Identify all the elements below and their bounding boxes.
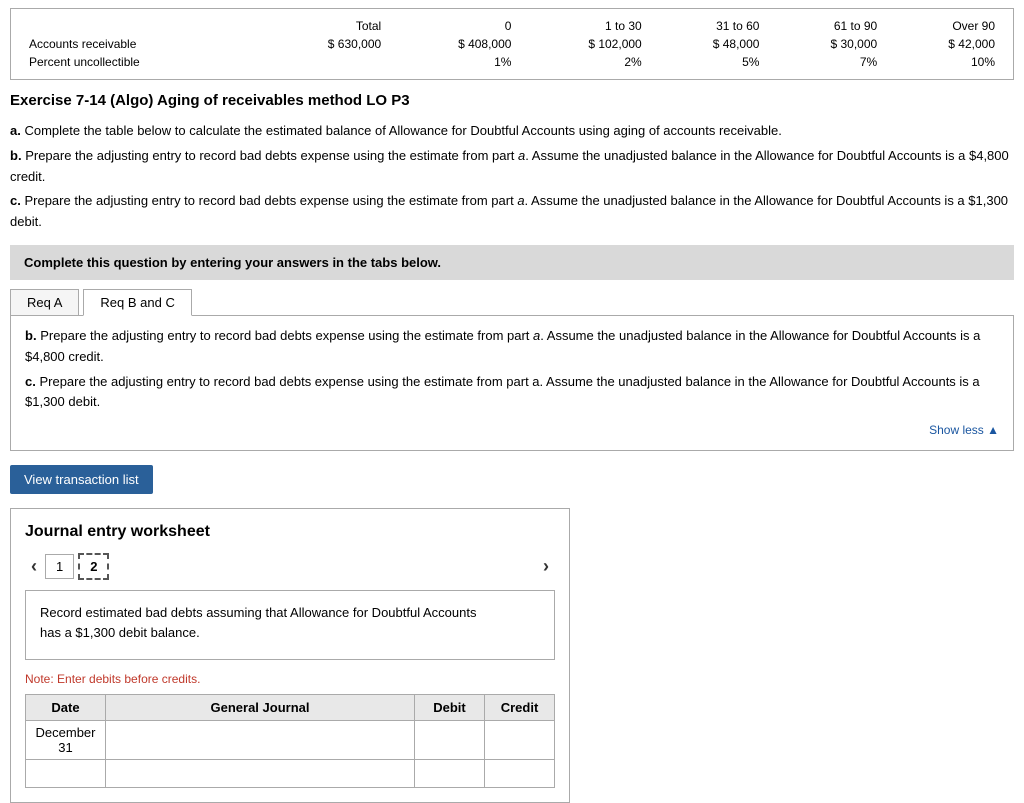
row-pct-col1to30: 2%	[519, 53, 649, 71]
col-header-date: Date	[26, 695, 106, 721]
req-b-label: b.	[25, 328, 37, 343]
row-pct-over90: 10%	[885, 53, 1003, 71]
record-text-line1: Record estimated bad debts assuming that…	[40, 605, 476, 620]
tab-req-a[interactable]: Req A	[10, 289, 79, 315]
tabs-section: Req A Req B and C	[10, 288, 1014, 316]
general-journal-cell[interactable]	[106, 721, 415, 760]
col-header-total: Total	[259, 17, 389, 35]
req-c-label: c.	[25, 374, 36, 389]
label-c: c.	[10, 193, 21, 208]
prev-page-arrow[interactable]: ‹	[25, 554, 43, 579]
text-a: Complete the table below to calculate th…	[24, 123, 781, 138]
tab-req-bc[interactable]: Req B and C	[83, 289, 191, 316]
credit-empty[interactable]	[485, 760, 555, 788]
tabs-row: Req A Req B and C	[10, 288, 1014, 315]
complete-question-text: Complete this question by entering your …	[24, 255, 441, 270]
credit-cell[interactable]	[485, 721, 555, 760]
row-ar-col31to60: $ 48,000	[650, 35, 768, 53]
complete-question-box: Complete this question by entering your …	[10, 245, 1014, 280]
debit-empty[interactable]	[415, 760, 485, 788]
journal-row-empty	[26, 760, 555, 788]
view-transaction-button[interactable]: View transaction list	[10, 465, 153, 494]
col-header-credit: Credit	[485, 695, 555, 721]
row-ar-col61to90: $ 30,000	[767, 35, 885, 53]
label-b: b.	[10, 148, 22, 163]
show-less-text: Show less ▲	[929, 423, 999, 437]
row-ar-col0: $ 408,000	[389, 35, 519, 53]
col-header-0: 0	[389, 17, 519, 35]
journal-table: Date General Journal Debit Credit Decemb…	[25, 694, 555, 788]
text-c: Prepare the adjusting entry to record ba…	[10, 193, 1008, 229]
col-header-61to90: 61 to 90	[767, 17, 885, 35]
table-row: Accounts receivable $ 630,000 $ 408,000 …	[21, 35, 1003, 53]
col-header-31to60: 31 to 60	[650, 17, 768, 35]
row-label-pct: Percent uncollectible	[21, 53, 259, 71]
accounts-table: Total 0 1 to 30 31 to 60 61 to 90 Over 9…	[21, 17, 1003, 71]
debit-cell[interactable]	[415, 721, 485, 760]
date-empty	[26, 760, 106, 788]
col-header-general-journal: General Journal	[106, 695, 415, 721]
row-ar-over90: $ 42,000	[885, 35, 1003, 53]
row-pct-col0: 1%	[389, 53, 519, 71]
journal-title: Journal entry worksheet	[25, 523, 555, 541]
journal-row: December31	[26, 721, 555, 760]
page-1-button[interactable]: 1	[45, 554, 74, 579]
col-header-1to30: 1 to 30	[519, 17, 649, 35]
row-ar-total: $ 630,000	[259, 35, 389, 53]
show-less-button[interactable]: Show less ▲	[25, 421, 999, 440]
req-c-text: c. Prepare the adjusting entry to record…	[25, 372, 999, 414]
row-pct-total	[259, 53, 389, 71]
date-cell: December31	[26, 721, 106, 760]
text-b: Prepare the adjusting entry to record ba…	[10, 148, 1009, 184]
instruction-b: b. Prepare the adjusting entry to record…	[10, 146, 1014, 188]
instruction-c: c. Prepare the adjusting entry to record…	[10, 191, 1014, 233]
row-label-ar: Accounts receivable	[21, 35, 259, 53]
top-table-section: Total 0 1 to 30 31 to 60 61 to 90 Over 9…	[10, 8, 1014, 80]
req-b-body: Prepare the adjusting entry to record ba…	[25, 328, 980, 364]
row-pct-col31to60: 5%	[650, 53, 768, 71]
row-pct-col61to90: 7%	[767, 53, 885, 71]
record-text-line2: has a $1,300 debit balance.	[40, 625, 200, 640]
col-header-empty	[21, 17, 259, 35]
req-c-body: Prepare the adjusting entry to record ba…	[25, 374, 980, 410]
general-journal-empty[interactable]	[106, 760, 415, 788]
req-b-text: b. Prepare the adjusting entry to record…	[25, 326, 999, 368]
record-description-box: Record estimated bad debts assuming that…	[25, 590, 555, 660]
next-page-arrow[interactable]: ›	[537, 554, 555, 579]
instructions: a. Complete the table below to calculate…	[10, 121, 1014, 233]
table-row: Percent uncollectible 1% 2% 5% 7% 10%	[21, 53, 1003, 71]
debit-credit-note: Note: Enter debits before credits.	[25, 672, 555, 686]
req-bc-content: b. Prepare the adjusting entry to record…	[10, 316, 1014, 451]
page-2-button[interactable]: 2	[78, 553, 109, 580]
instruction-a: a. Complete the table below to calculate…	[10, 121, 1014, 142]
journal-entry-worksheet: Journal entry worksheet ‹ 1 2 › Record e…	[10, 508, 570, 803]
page-navigation: ‹ 1 2 ›	[25, 553, 555, 580]
exercise-title: Exercise 7-14 (Algo) Aging of receivable…	[10, 92, 1014, 109]
label-a: a.	[10, 123, 21, 138]
col-header-over90: Over 90	[885, 17, 1003, 35]
col-header-debit: Debit	[415, 695, 485, 721]
row-ar-col1to30: $ 102,000	[519, 35, 649, 53]
